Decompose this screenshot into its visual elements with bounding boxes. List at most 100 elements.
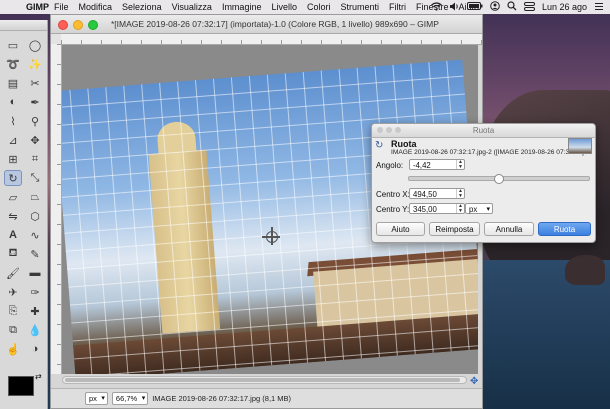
center-x-field[interactable]: 494,50 ▲ ▼ [409,188,465,199]
foreground-color-swatch[interactable] [8,376,34,396]
rotate-button[interactable]: Ruota [538,222,591,236]
pencil-tool-icon[interactable]: ✎ [26,246,44,262]
center-y-value: 345,00 [413,205,437,214]
blur-tool-icon[interactable]: 💧 [26,322,44,338]
status-info: IMAGE 2019-08-26 07:32:17.jpg (8,1 MB) [152,394,292,403]
cancel-button[interactable]: Annulla [484,222,534,236]
measure-tool-icon[interactable]: ⊿ [4,132,22,148]
rect-select-tool-icon[interactable]: ▭ [4,37,22,53]
flip-tool-icon[interactable]: ⇋ [4,208,22,224]
scrollbar-thumb[interactable] [65,378,460,382]
menubar-clock[interactable]: Lun 26 ago [542,2,587,12]
angle-stepper-icon[interactable]: ▲ ▼ [456,160,464,169]
navigate-icon[interactable]: ✥ [470,376,478,387]
scissors-tool-icon[interactable]: ✂ [26,75,44,91]
image-thumbnail [568,138,592,154]
rotate-icon: ↻ [375,140,384,151]
scale-tool-icon[interactable]: ⤡ [26,170,44,186]
battery-icon[interactable] [466,2,483,12]
help-button[interactable]: Aiuto [376,222,425,236]
shear-tool-icon[interactable]: ▱ [4,189,22,205]
dialog-window-title: Ruota [472,126,495,135]
menubar-app-name[interactable]: GIMP [26,2,49,12]
volume-icon[interactable] [449,2,460,13]
airbrush-tool-icon[interactable]: ✈ [4,284,22,300]
rotation-center-handle[interactable] [262,227,280,245]
foreground-select-tool-icon[interactable]: ◐ [4,94,22,110]
center-x-stepper-icon[interactable]: ▲ ▼ [456,189,464,198]
menu-livello[interactable]: Livello [271,2,297,12]
center-y-label: Centro Y: [376,205,410,214]
menu-modifica[interactable]: Modifica [79,2,113,12]
horizontal-ruler[interactable] [61,34,482,45]
window-title: *[IMAGE 2019-08-26 07:32:17] (importata)… [111,19,439,29]
status-bar: px 66,7% IMAGE 2019-08-26 07:32:17.jpg (… [51,388,482,408]
close-icon[interactable] [58,20,68,30]
reset-button[interactable]: Reimposta [429,222,480,236]
menu-seleziona[interactable]: Seleziona [122,2,162,12]
warp-tool-icon[interactable]: ∿ [26,227,44,243]
horizontal-scrollbar[interactable] [62,376,467,384]
angle-slider[interactable] [408,174,590,184]
maximize-icon[interactable] [88,20,98,30]
menu-visualizza[interactable]: Visualizza [172,2,212,12]
swap-colors-icon[interactable]: ⇄ [35,372,42,381]
wifi-icon[interactable] [431,1,442,13]
paths-tool-icon[interactable]: ✒ [26,94,44,110]
angle-field[interactable]: -4,42 ▲ ▼ [409,159,465,170]
clone-tool-icon[interactable]: ⎘ [4,303,22,319]
window-titlebar[interactable]: *[IMAGE 2019-08-26 07:32:17] (importata)… [51,15,482,34]
desktop-rock-small [565,255,605,285]
menu-immagine[interactable]: Immagine [222,2,262,12]
menu-strumenti[interactable]: Strumenti [340,2,379,12]
menu-colori[interactable]: Colori [307,2,331,12]
angle-label: Angolo: [376,161,404,170]
bucket-fill-tool-icon[interactable]: ⛾ [4,246,22,262]
dialog-subtitle: IMAGE 2019-08-26 07:32:17.jpg-2 ([IMAGE … [391,149,592,156]
center-unit-select[interactable]: px [465,203,493,215]
control-center-icon[interactable] [523,1,535,13]
minimize-icon[interactable] [73,20,83,30]
perspective-clone-tool-icon[interactable]: ⧉ [4,322,22,338]
center-x-value: 494,50 [413,190,437,199]
zoom-select[interactable]: 66,7% [111,392,149,405]
menu-filtri[interactable]: Filtri [389,2,406,12]
dialog-heading: Ruota [391,139,417,149]
tool-grid: ▭ ◯ ➰ ✨ ▤ ✂ ◐ ✒ ⌇ ⚲ ⊿ ✥ ⊞ ⌗ ↻ ⤡ ▱ ⏢ ⇋ ⬡ … [0,31,47,363]
ellipse-select-tool-icon[interactable]: ◯ [26,37,44,53]
center-y-stepper-icon[interactable]: ▲ ▼ [456,204,464,213]
toolbox-titlebar[interactable] [0,20,47,31]
window-controls [58,20,98,30]
eraser-tool-icon[interactable]: ▬ [26,265,44,281]
fuzzy-select-tool-icon[interactable]: ✨ [26,56,44,72]
center-y-field[interactable]: 345,00 ▲ ▼ [409,203,465,214]
align-tool-icon[interactable]: ⊞ [4,151,22,167]
free-select-tool-icon[interactable]: ➰ [4,56,22,72]
cage-tool-icon[interactable]: ⬡ [26,208,44,224]
vertical-ruler[interactable] [51,44,62,374]
text-tool-icon[interactable]: A [4,227,22,243]
notification-center-icon[interactable] [594,2,604,13]
smudge-tool-icon[interactable]: ☝ [4,341,22,357]
crop-tool-icon[interactable]: ⌗ [26,151,44,167]
perspective-tool-icon[interactable]: ⏢ [26,189,44,205]
zoom-tool-icon[interactable]: ⚲ [26,113,44,129]
color-picker-tool-icon[interactable]: ⌇ [4,113,22,129]
center-x-label: Centro X: [376,190,410,199]
rotate-tool-icon[interactable]: ↻ [4,170,22,186]
menu-file[interactable]: File [54,2,69,12]
color-select-tool-icon[interactable]: ▤ [4,75,22,91]
dodge-burn-tool-icon[interactable]: ◑ [26,341,44,357]
menubar: GIMP File Modifica Seleziona Visualizza … [0,0,610,14]
toolbox: ▭ ◯ ➰ ✨ ▤ ✂ ◐ ✒ ⌇ ⚲ ⊿ ✥ ⊞ ⌗ ↻ ⤡ ▱ ⏢ ⇋ ⬡ … [0,20,48,409]
user-icon[interactable] [490,1,500,13]
unit-select[interactable]: px [85,392,108,405]
paintbrush-tool-icon[interactable]: 🖌 [4,265,22,281]
search-icon[interactable] [507,1,517,13]
move-tool-icon[interactable]: ✥ [26,132,44,148]
angle-slider-knob[interactable] [494,174,504,184]
heal-tool-icon[interactable]: ✚ [26,303,44,319]
dialog-titlebar[interactable]: Ruota [372,124,595,138]
rotate-dialog: Ruota ↻ Ruota IMAGE 2019-08-26 07:32:17.… [371,123,596,243]
ink-tool-icon[interactable]: ✑ [26,284,44,300]
